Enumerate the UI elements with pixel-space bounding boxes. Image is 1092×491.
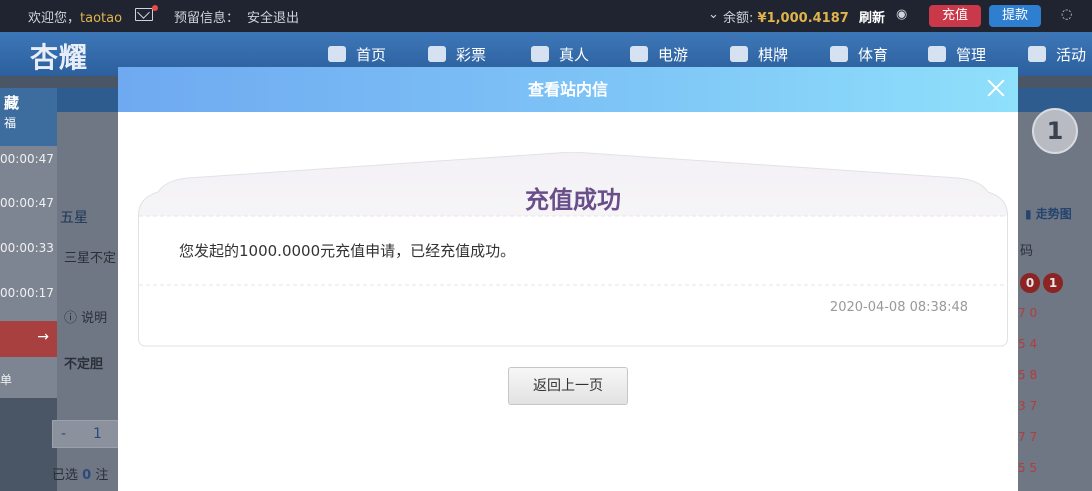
unread-dot bbox=[152, 5, 158, 11]
chevron-down-icon[interactable]: ⌄ bbox=[708, 7, 719, 22]
history-code: 5 5 bbox=[1018, 461, 1038, 475]
code-label: 码 bbox=[1020, 244, 1034, 259]
refresh-link[interactable]: 刷新 bbox=[859, 7, 885, 26]
message-card: 充值成功 您发起的1000.0000元充值申请，已经充值成功。 2020-04-… bbox=[138, 152, 1008, 347]
withdraw-button[interactable]: 提款 bbox=[989, 5, 1041, 27]
message-body: 您发起的1000.0000元充值申请，已经充值成功。 bbox=[179, 242, 516, 260]
nav-live[interactable]: 真人 bbox=[531, 44, 589, 65]
eye-off-icon[interactable]: ◉ bbox=[896, 7, 907, 22]
history-code: 5 8 bbox=[1018, 368, 1038, 382]
nav-games[interactable]: 电游 bbox=[630, 44, 688, 65]
arrow-right-icon[interactable]: → bbox=[0, 321, 57, 357]
info-label: ⓘ 说明 bbox=[64, 311, 108, 326]
selected-count: 已选 0 注 bbox=[52, 468, 109, 483]
message-title: 充值成功 bbox=[525, 186, 621, 214]
pager-value[interactable]: 1 bbox=[93, 426, 102, 442]
nav-cards[interactable]: 棋牌 bbox=[730, 44, 788, 65]
balance-value: ¥1,000.4187 bbox=[757, 11, 849, 26]
history-code: 5 4 bbox=[1018, 337, 1038, 351]
message-date: 2020-04-08 08:38:48 bbox=[829, 300, 968, 315]
nav-lottery[interactable]: 彩票 bbox=[428, 44, 486, 65]
modal-header: 查看站内信 bbox=[118, 67, 1018, 112]
logout-link[interactable]: 安全退出 bbox=[247, 7, 299, 26]
home-icon bbox=[328, 46, 346, 62]
chat-icon[interactable]: ◌ bbox=[1061, 7, 1072, 22]
nav-home[interactable]: 首页 bbox=[328, 44, 386, 65]
slot-machine-icon bbox=[630, 46, 648, 62]
history-code: 3 7 bbox=[1018, 399, 1038, 413]
trophy-icon bbox=[830, 46, 848, 62]
ticket-icon bbox=[428, 46, 446, 62]
balance-label: 余额: bbox=[723, 11, 754, 26]
recharge-button[interactable]: 充值 bbox=[929, 5, 981, 27]
cards-icon bbox=[730, 46, 748, 62]
modal-title: 查看站内信 bbox=[527, 80, 608, 99]
history-code: 7 7 bbox=[1018, 430, 1038, 444]
nav-manage[interactable]: 管理 bbox=[928, 44, 986, 65]
info-icon: ⓘ bbox=[64, 311, 78, 326]
row-label: 三星不定 bbox=[64, 251, 117, 266]
timer: 00:00:33 bbox=[0, 241, 54, 255]
pager: - 1 bbox=[52, 420, 120, 448]
trend-link[interactable]: ▮ 走势图 bbox=[1025, 205, 1072, 222]
history-code: 7 0 bbox=[1018, 306, 1038, 320]
balance: 余额: ¥1,000.4187 bbox=[723, 7, 849, 26]
left-panel: 藏福 00:00:47 00:00:47 00:00:33 00:00:17 →… bbox=[0, 88, 57, 398]
welcome-text: 欢迎您，taotao bbox=[28, 11, 123, 26]
timer: 00:00:17 bbox=[0, 286, 54, 300]
top-bar: 欢迎您，taotao 预留信息： 安全退出 ⌄ 余额: ¥1,000.4187 … bbox=[0, 0, 1092, 32]
chart-icon: ▮ bbox=[1025, 207, 1032, 221]
timer: 00:00:47 bbox=[0, 152, 54, 166]
notice-label: 预留信息： bbox=[174, 11, 240, 26]
username: taotao bbox=[80, 11, 123, 26]
close-icon[interactable] bbox=[986, 78, 1006, 98]
users-icon bbox=[928, 46, 946, 62]
pager-minus[interactable]: - bbox=[61, 426, 66, 442]
nav-activity[interactable]: 活动 bbox=[1028, 44, 1086, 65]
result-ball: 0 bbox=[1020, 273, 1040, 293]
message-modal: 查看站内信 充值成功 您发起的1000.0000元充值申请，已经充值成功。 20… bbox=[118, 67, 1018, 491]
tab-five-star[interactable]: 五星 bbox=[60, 207, 88, 227]
left-bottom-label: 单 bbox=[0, 373, 13, 387]
logo[interactable]: 杏耀 bbox=[30, 36, 88, 76]
nav-sports[interactable]: 体育 bbox=[830, 44, 888, 65]
bet-label: 不定胆 bbox=[64, 357, 104, 372]
back-button[interactable]: 返回上一页 bbox=[508, 367, 628, 405]
timer: 00:00:47 bbox=[0, 196, 54, 210]
person-icon bbox=[531, 46, 549, 62]
left-panel-header: 藏福 bbox=[0, 88, 57, 146]
mail-icon[interactable] bbox=[135, 8, 153, 21]
result-circle: 1 bbox=[1032, 108, 1078, 154]
result-ball: 1 bbox=[1043, 273, 1063, 293]
gift-icon bbox=[1028, 46, 1046, 62]
